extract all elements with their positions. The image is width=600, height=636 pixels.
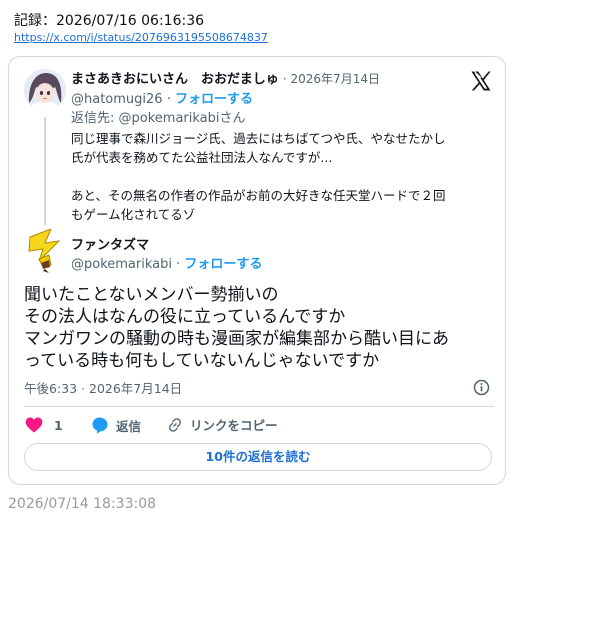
reply-label: 返信 bbox=[116, 418, 142, 434]
main-handle-line: @pokemarikabi · フォローする bbox=[71, 253, 262, 272]
divider bbox=[24, 406, 494, 407]
parent-handle[interactable]: @hatomugi26 bbox=[71, 92, 163, 107]
parent-display-name[interactable]: まさあきおにいさん おおだましゅ bbox=[71, 72, 279, 87]
record-title: 記録：2026/07/16 06:16:36 bbox=[14, 13, 205, 29]
copy-link-button[interactable]: リンクをコピー bbox=[166, 415, 278, 434]
tweet-timestamp[interactable]: 午後6:33 · 2026年7月14日 bbox=[24, 378, 182, 397]
copy-link-label: リンクをコピー bbox=[190, 418, 278, 433]
main-handle[interactable]: @pokemarikabi bbox=[71, 257, 172, 272]
reply-button[interactable]: 返信 bbox=[90, 415, 141, 435]
like-button[interactable]: 1 bbox=[24, 415, 63, 435]
parent-follow-button[interactable]: フォローする bbox=[175, 92, 253, 107]
main-display-name[interactable]: ファンタズマ bbox=[71, 234, 149, 253]
tweet-card[interactable]: まさあきおにいさん おおだましゅ · 2026年7月14日 @hatomugi2… bbox=[8, 56, 506, 485]
read-replies-button[interactable]: 10件の返信を読む bbox=[24, 443, 492, 471]
like-count: 1 bbox=[54, 417, 63, 433]
separator: · bbox=[162, 92, 175, 107]
reply-to-label[interactable]: 返信先: @pokemarikabiさん bbox=[71, 107, 246, 126]
parent-date[interactable]: · 2026年7月14日 bbox=[283, 72, 380, 86]
parent-tweet-text: 同じ理事で森川ジョージ氏、過去にはちばてつや氏、やなせたかし 氏が代表を務めてた… bbox=[71, 131, 446, 222]
parent-handle-line: @hatomugi26 · フォローする bbox=[71, 88, 253, 107]
info-icon[interactable] bbox=[473, 379, 490, 396]
main-follow-button[interactable]: フォローする bbox=[184, 257, 262, 272]
reply-bubble-icon bbox=[92, 417, 108, 434]
heart-icon bbox=[25, 417, 43, 433]
status-link[interactable]: https://x.com/i/status/20769631955086748… bbox=[14, 31, 268, 44]
action-bar: 1 返信 リンクをコピー bbox=[24, 415, 494, 437]
main-tweet-text: 聞いたことないメンバー勢揃いの その法人はなんの役に立っているんですか マンガワ… bbox=[24, 285, 449, 371]
thread-line bbox=[44, 117, 46, 225]
footer-timestamp: 2026/07/14 18:33:08 bbox=[8, 496, 157, 512]
link-icon bbox=[169, 417, 181, 432]
x-logo-icon[interactable] bbox=[469, 69, 493, 93]
parent-author-line: まさあきおにいさん おおだましゅ · 2026年7月14日 bbox=[71, 68, 380, 87]
main-avatar[interactable] bbox=[25, 228, 63, 273]
parent-avatar[interactable] bbox=[24, 69, 66, 111]
separator: · bbox=[172, 257, 185, 272]
